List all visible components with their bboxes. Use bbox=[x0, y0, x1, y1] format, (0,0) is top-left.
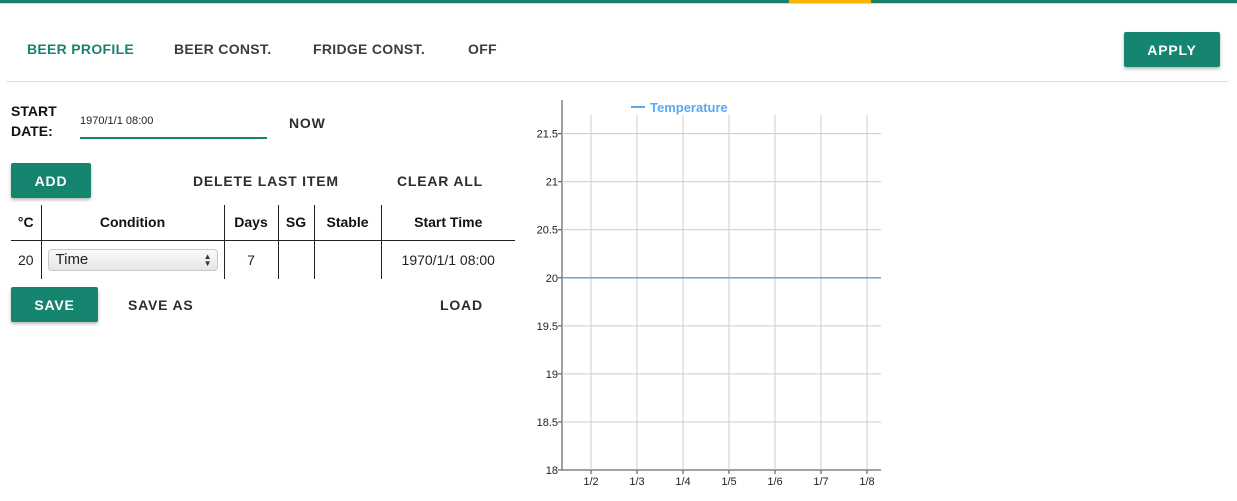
y-tick-label: 19.5 bbox=[537, 321, 558, 333]
y-tick-label: 18 bbox=[546, 465, 558, 477]
save-button[interactable]: SAVE bbox=[11, 287, 98, 322]
y-tick-label: 20.5 bbox=[537, 225, 558, 237]
tab-beer-profile[interactable]: BEER PROFILE bbox=[27, 41, 134, 57]
header-days: Days bbox=[223, 205, 278, 241]
header-sg: SG bbox=[277, 205, 314, 241]
profile-table: °C Condition Days SG Stable Start Time 2… bbox=[11, 205, 515, 279]
legend-label: Temperature bbox=[650, 100, 728, 115]
x-tick-label: 1/5 bbox=[721, 476, 736, 488]
cell-condition: Time ▲ ▼ bbox=[40, 240, 224, 279]
tab-beer-const[interactable]: BEER CONST. bbox=[174, 41, 271, 57]
start-date-label-line2: DATE: bbox=[11, 123, 53, 139]
header-stable: Stable bbox=[313, 205, 381, 241]
temperature-chart: 18 18.5 19 19.5 20 20.5 21 21.5 1/2 1/3 1/4 1/5 1/6 1… bbox=[520, 90, 900, 490]
tab-fridge-const[interactable]: FRIDGE CONST. bbox=[313, 41, 425, 57]
y-tick-label: 19 bbox=[546, 369, 558, 381]
x-tick-label: 1/7 bbox=[813, 476, 828, 488]
start-date-label: START DATE: bbox=[11, 101, 57, 141]
condition-select[interactable]: Time ▲ ▼ bbox=[47, 248, 218, 271]
table-row: 20 Time ▲ ▼ 7 1970/1/1 08:00 bbox=[11, 240, 515, 279]
apply-button[interactable]: APPLY bbox=[1124, 32, 1220, 67]
condition-select-value: Time bbox=[55, 251, 89, 269]
header-start-time: Start Time bbox=[380, 205, 515, 241]
start-date-input[interactable] bbox=[80, 112, 267, 139]
cell-days[interactable]: 7 bbox=[223, 240, 278, 279]
cell-start-time: 1970/1/1 08:00 bbox=[380, 240, 515, 279]
header-condition: Condition bbox=[40, 205, 224, 241]
x-tick-label: 1/2 bbox=[583, 476, 598, 488]
load-button[interactable]: LOAD bbox=[440, 297, 483, 313]
tab-off[interactable]: OFF bbox=[468, 41, 497, 57]
chart-svg: 18 18.5 19 19.5 20 20.5 21 21.5 1/2 1/3 1/4 1/5 1/6 1… bbox=[537, 100, 881, 488]
start-date-label-line1: START bbox=[11, 103, 57, 119]
x-tick-label: 1/3 bbox=[629, 476, 644, 488]
now-button[interactable]: NOW bbox=[289, 115, 326, 131]
cell-stable[interactable] bbox=[313, 240, 381, 279]
cell-temp[interactable]: 20 bbox=[11, 240, 41, 279]
add-button[interactable]: ADD bbox=[11, 163, 91, 198]
table-header-row: °C Condition Days SG Stable Start Time bbox=[11, 205, 515, 241]
delete-last-item-button[interactable]: DELETE LAST ITEM bbox=[193, 173, 339, 189]
top-bar-shadow bbox=[0, 3, 1237, 4]
clear-all-button[interactable]: CLEAR ALL bbox=[397, 173, 483, 189]
x-tick-label: 1/8 bbox=[859, 476, 874, 488]
x-tick-label: 1/6 bbox=[767, 476, 782, 488]
header-divider bbox=[6, 81, 1228, 82]
nav-indicator bbox=[789, 0, 871, 3]
x-tick-label: 1/4 bbox=[675, 476, 690, 488]
y-tick-label: 21 bbox=[546, 177, 558, 189]
y-tick-label: 21.5 bbox=[537, 129, 558, 141]
y-tick-label: 20 bbox=[546, 273, 558, 285]
save-as-button[interactable]: SAVE AS bbox=[128, 297, 194, 313]
chart-legend: Temperature bbox=[631, 100, 728, 115]
updown-arrows-icon: ▲ ▼ bbox=[203, 251, 212, 268]
y-tick-label: 18.5 bbox=[537, 417, 558, 429]
header-temp: °C bbox=[11, 205, 41, 241]
cell-sg[interactable] bbox=[277, 240, 314, 279]
